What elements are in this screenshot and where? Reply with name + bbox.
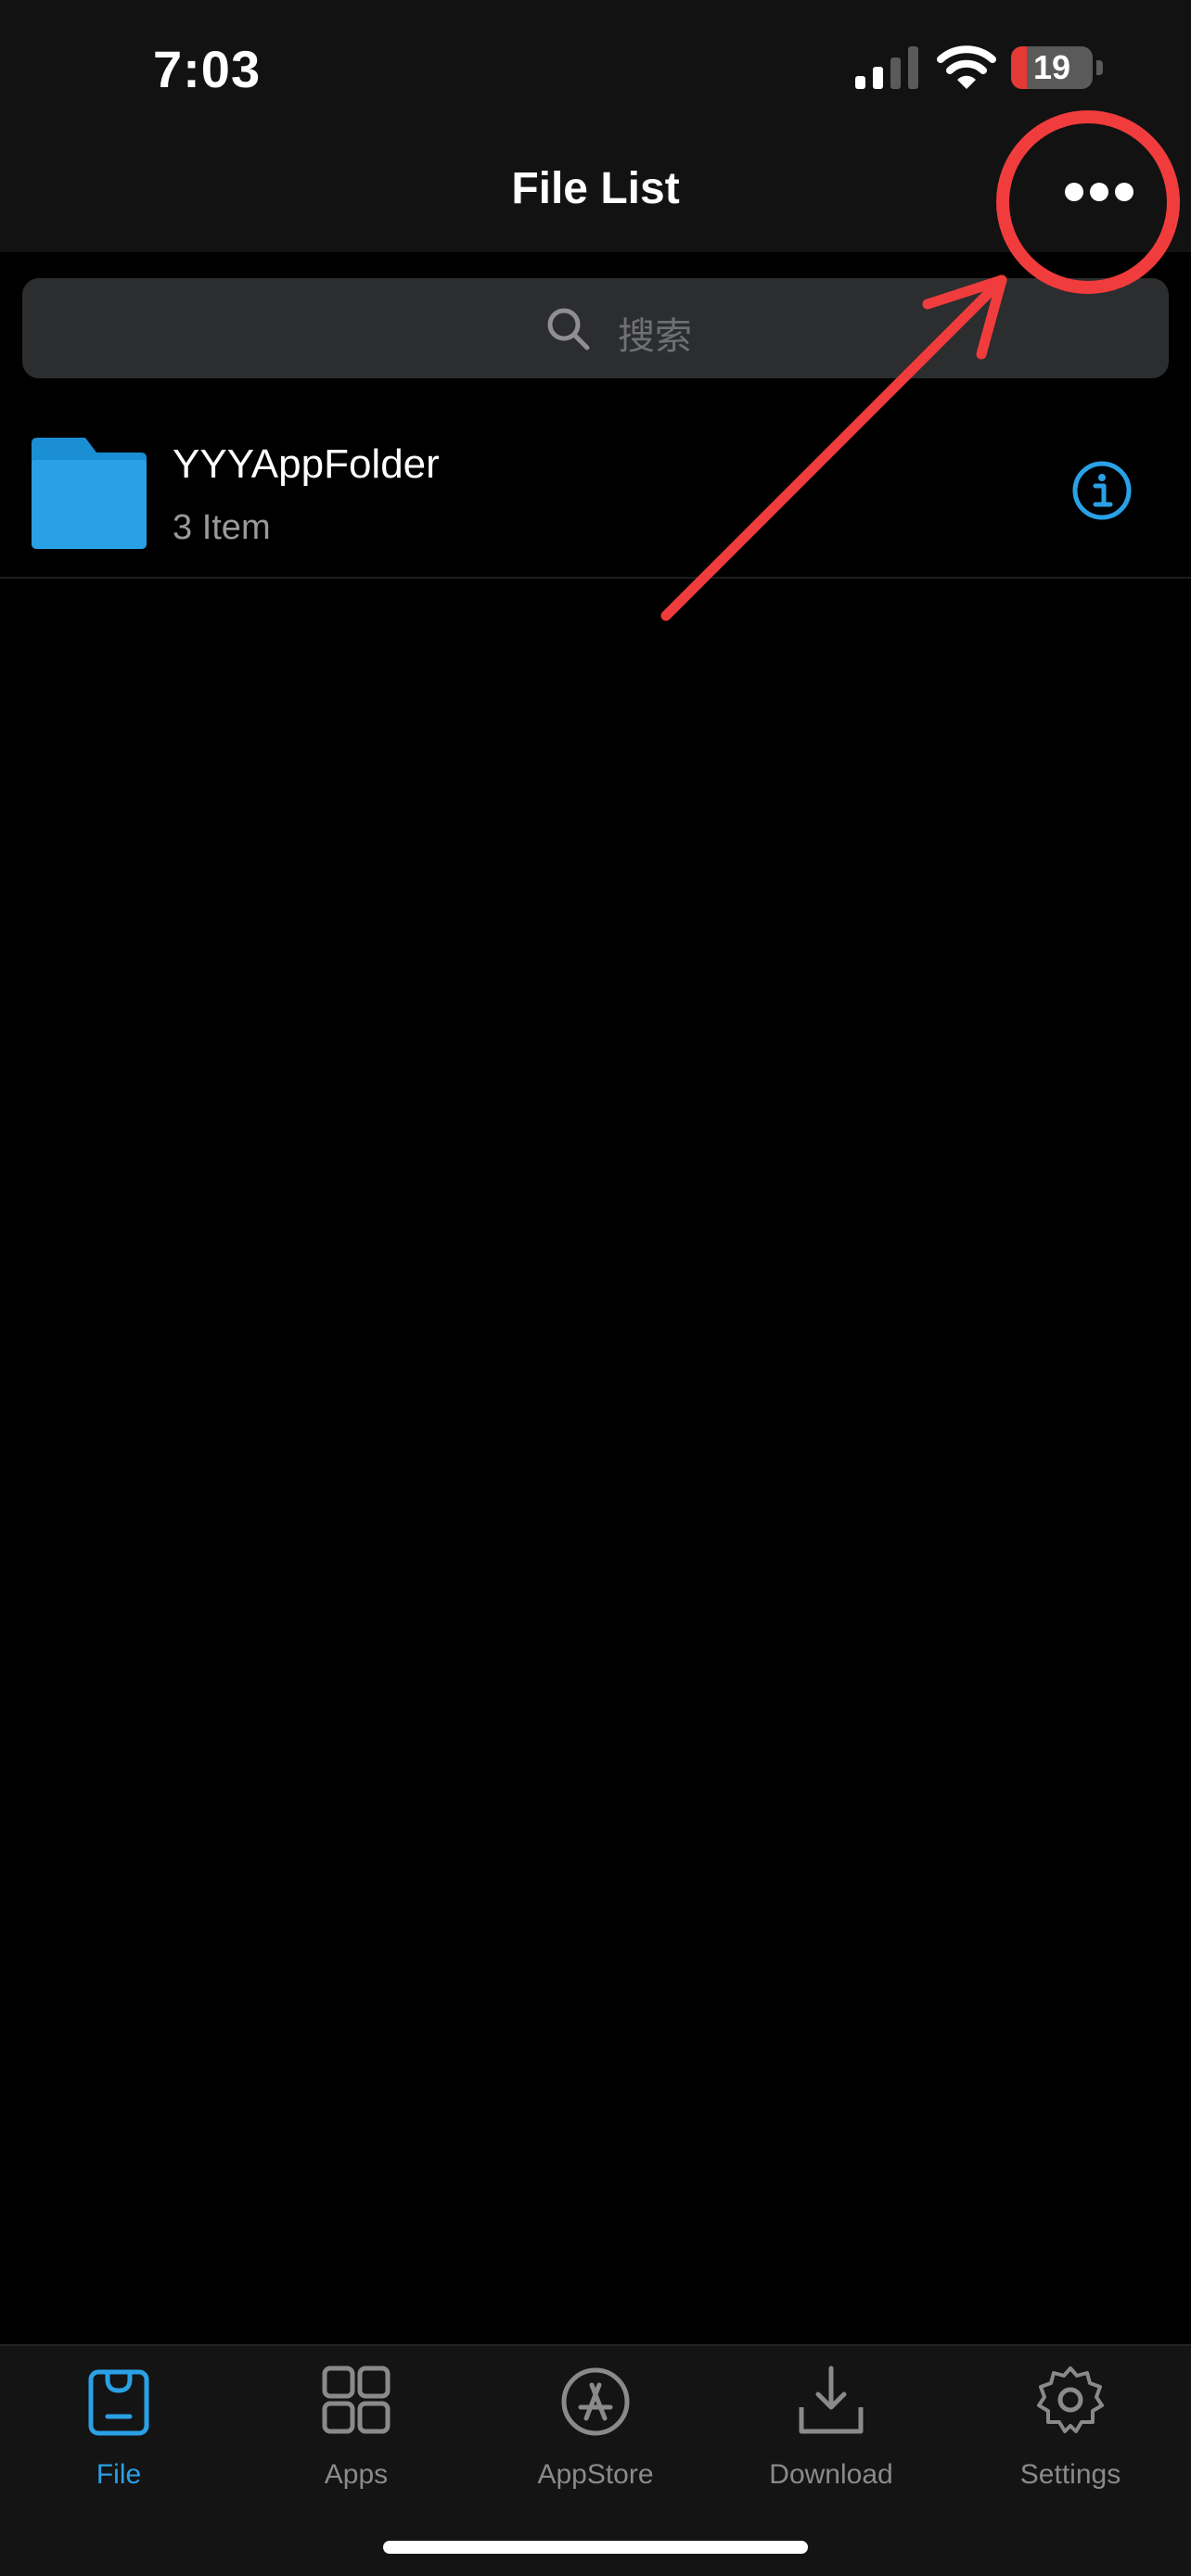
battery-level: 19 — [1032, 48, 1071, 86]
ellipsis-icon-dot-3 — [1115, 183, 1133, 201]
ellipsis-icon-dot-1 — [1065, 183, 1083, 201]
list-item-folder[interactable]: YYYAppFolder 3 Item — [0, 408, 1191, 579]
tab-label-download: Download — [769, 2459, 893, 2490]
battery-indicator: 19 — [1011, 46, 1104, 89]
status-bar: 7:03 19 — [0, 0, 1191, 139]
tab-label-appstore: AppStore — [537, 2459, 654, 2490]
more-options-button[interactable] — [1048, 167, 1150, 217]
search-icon — [547, 308, 590, 351]
tab-label-file: File — [96, 2459, 142, 2490]
search-input[interactable]: 搜索 — [22, 278, 1169, 378]
home-indicator — [383, 2541, 808, 2554]
info-icon[interactable] — [1071, 460, 1133, 521]
apps-grid-icon — [322, 2366, 391, 2434]
gear-icon — [1037, 2366, 1104, 2433]
tab-appstore[interactable]: AppStore — [477, 2346, 714, 2513]
page-title: File List — [511, 164, 680, 213]
status-time: 7:03 — [153, 40, 262, 98]
ellipsis-icon-dot-2 — [1090, 183, 1108, 201]
download-icon — [799, 2366, 864, 2434]
file-bag-icon — [88, 2369, 149, 2436]
wifi-icon — [937, 45, 996, 89]
folder-item-count: 3 Item — [173, 508, 271, 547]
battery-cap — [1096, 60, 1103, 75]
cellular-signal-icon — [855, 46, 918, 89]
tab-file[interactable]: File — [0, 2346, 237, 2513]
row-divider — [0, 577, 1191, 579]
search-placeholder: 搜索 — [618, 315, 692, 358]
tab-apps[interactable]: Apps — [237, 2346, 475, 2513]
tab-label-apps: Apps — [324, 2459, 389, 2490]
battery-body: 19 — [1011, 46, 1093, 89]
tab-label-settings: Settings — [1019, 2459, 1121, 2490]
appstore-icon — [561, 2367, 630, 2436]
tab-settings[interactable]: Settings — [952, 2346, 1189, 2513]
folder-icon — [32, 438, 147, 549]
tab-download[interactable]: Download — [712, 2346, 950, 2513]
folder-name: YYYAppFolder — [173, 441, 440, 487]
